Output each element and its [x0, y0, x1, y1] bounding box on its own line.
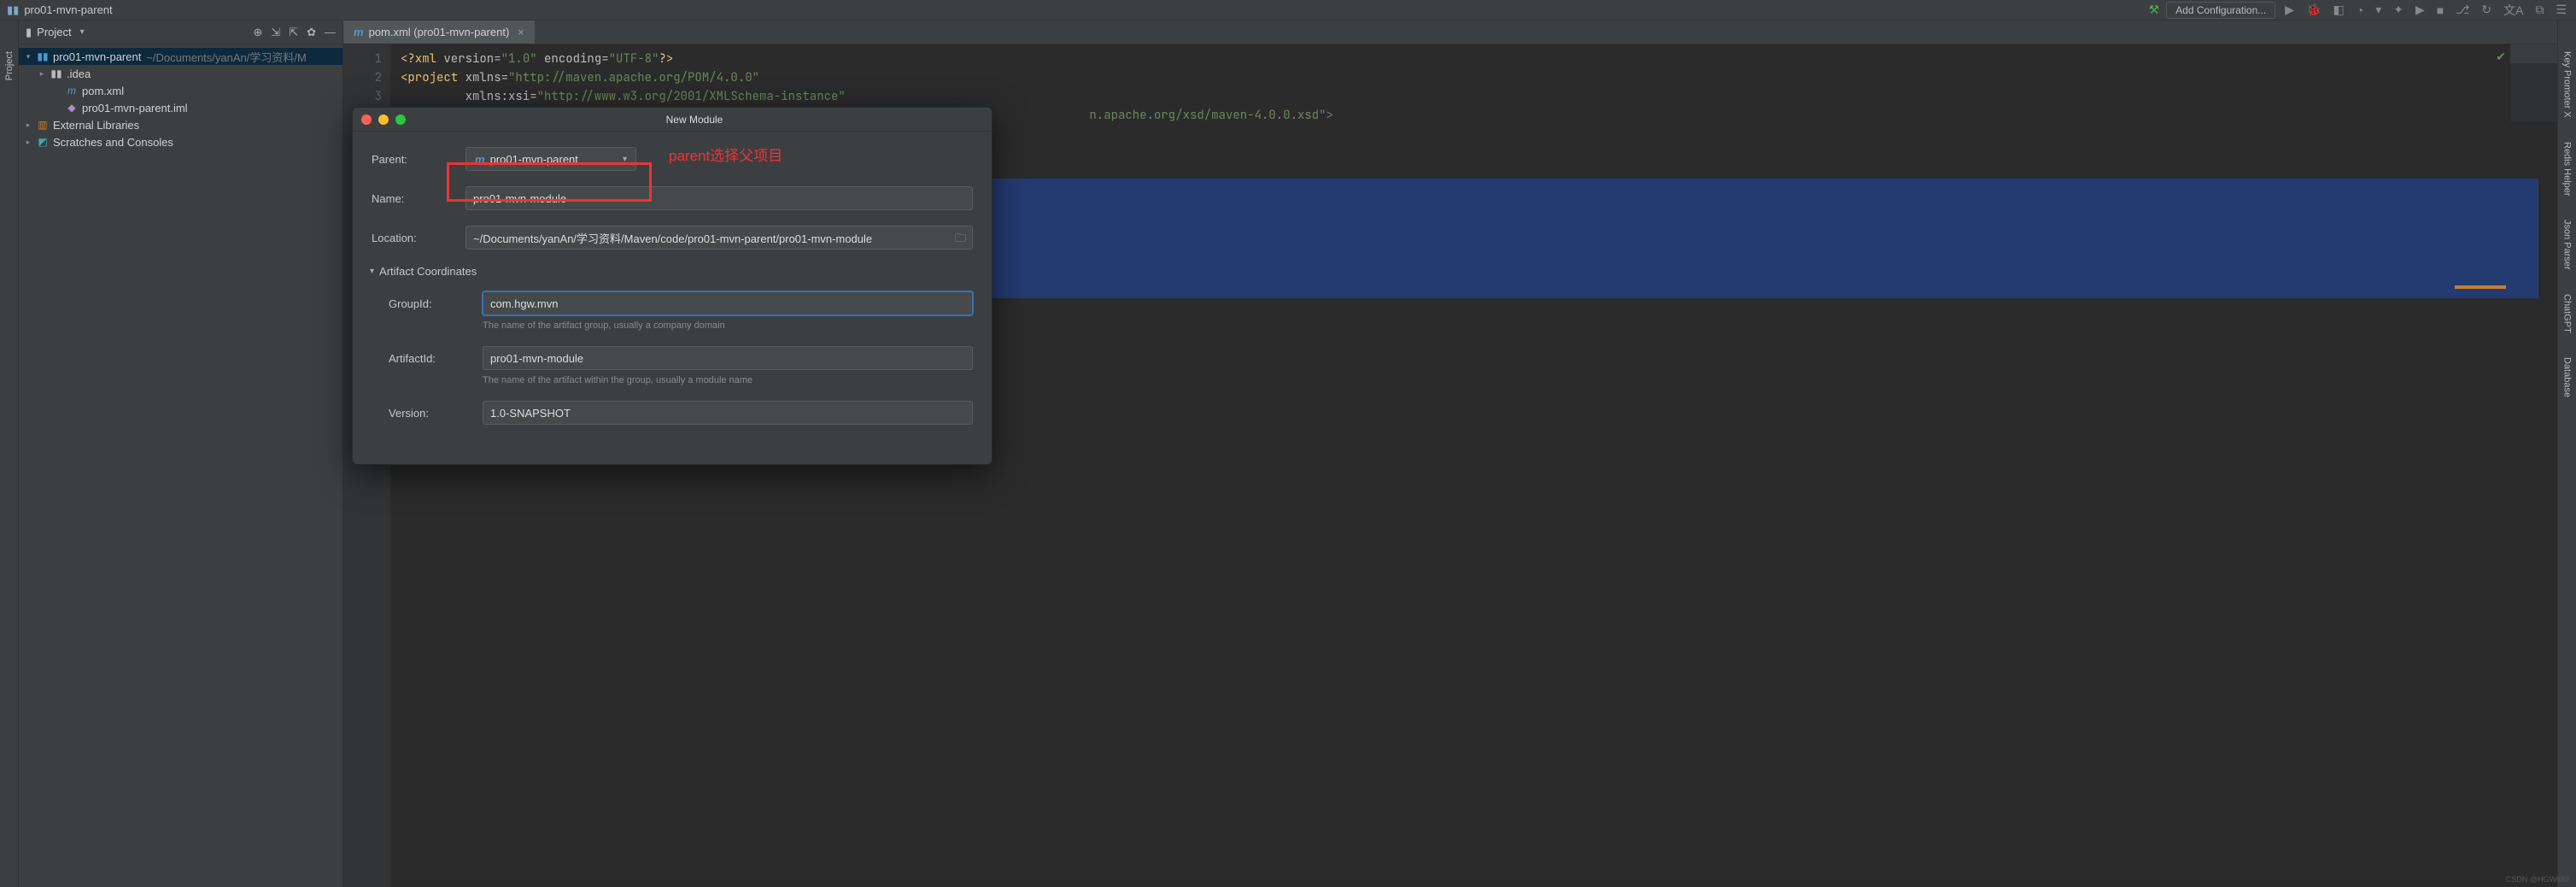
tree-item-label: pro01-mvn-parent.iml	[82, 102, 188, 115]
stop-icon[interactable]: ■	[2434, 3, 2446, 17]
left-rail: Project	[0, 21, 19, 887]
line-number: 1	[343, 50, 382, 68]
top-toolbar: ▮▮ pro01-mvn-parent ⚒ Add Configuration.…	[0, 0, 2576, 21]
line-number: 2	[343, 68, 382, 87]
groupid-input[interactable]	[483, 291, 973, 315]
close-icon[interactable]: ×	[518, 26, 524, 38]
rail-key-promoter[interactable]: Key Promoter X	[2562, 46, 2573, 123]
groupid-label: GroupId:	[372, 297, 483, 310]
tree-root-path: ~/Documents/yanAn/学习资料/M	[146, 49, 306, 65]
browse-folder-icon[interactable]: 🗀	[955, 231, 966, 250]
rail-database[interactable]: Database	[2562, 352, 2573, 402]
tree-item-label: External Libraries	[53, 119, 139, 132]
maven-module-icon: m	[475, 153, 485, 166]
project-rail-label[interactable]: Project	[4, 46, 15, 85]
module-folder-icon: ▮▮	[36, 50, 50, 62]
location-input[interactable]	[465, 226, 973, 250]
artifact-coordinates-header[interactable]: ▾ Artifact Coordinates	[370, 265, 973, 278]
expand-all-icon[interactable]: ⇲	[271, 26, 280, 39]
collapse-all-icon[interactable]: ⇱	[289, 26, 298, 39]
window-zoom-icon[interactable]	[395, 115, 406, 125]
tree-iml-file[interactable]: ◆ pro01-mvn-parent.iml	[19, 99, 342, 116]
name-input[interactable]	[465, 186, 973, 210]
project-folder-icon: ▮▮	[7, 3, 19, 17]
coverage-icon[interactable]: ◧	[2331, 3, 2347, 17]
hide-icon[interactable]: —	[325, 26, 336, 39]
watermark: CSDN @HGW689	[2506, 875, 2569, 884]
tree-external-libs[interactable]: ▸ ▥ External Libraries	[19, 116, 342, 133]
tree-pom-file[interactable]: m pom.xml	[19, 82, 342, 99]
editor-tab-label: pom.xml (pro01-mvn-parent)	[369, 26, 510, 38]
editor-tab[interactable]: m pom.xml (pro01-mvn-parent) ×	[343, 21, 535, 44]
artifactid-input[interactable]	[483, 346, 973, 370]
rail-chatgpt[interactable]: ChatGPT	[2562, 289, 2573, 338]
location-label: Location:	[372, 232, 465, 244]
tree-root-label: pro01-mvn-parent	[53, 50, 141, 63]
groupid-help: The name of the artifact group, usually …	[483, 320, 973, 331]
tree-root[interactable]: ▾ ▮▮ pro01-mvn-parent ~/Documents/yanAn/…	[19, 48, 342, 65]
tree-scratches[interactable]: ▸ ◩ Scratches and Consoles	[19, 133, 342, 150]
project-tree[interactable]: ▾ ▮▮ pro01-mvn-parent ~/Documents/yanAn/…	[19, 44, 342, 154]
version-label: Version:	[372, 407, 483, 420]
run-icon[interactable]: ▶	[2282, 3, 2297, 17]
parent-label: Parent:	[372, 153, 465, 166]
tree-item-label: pom.xml	[82, 85, 124, 97]
settings-icon[interactable]: ☰	[2553, 3, 2569, 17]
search-icon[interactable]: ⧉	[2532, 3, 2546, 17]
maven-file-icon: m	[354, 26, 364, 38]
parent-value: pro01-mvn-parent	[490, 153, 578, 166]
project-panel-title[interactable]: Project	[37, 26, 71, 38]
rail-redis-helper[interactable]: Redis Helper	[2562, 137, 2573, 202]
line-number: 3	[343, 87, 382, 106]
artifactid-label: ArtifactId:	[372, 352, 483, 365]
project-panel-header: ▮ Project ▾ ⊕ ⇲ ⇱ ✿ —	[19, 21, 342, 44]
run2-icon[interactable]: ▶	[2413, 3, 2427, 17]
breadcrumb[interactable]: pro01-mvn-parent	[24, 3, 112, 16]
debug-icon[interactable]: 🐞	[2304, 3, 2323, 17]
right-rail: Key Promoter X Redis Helper Json Parser …	[2557, 21, 2576, 887]
profile-icon[interactable]: ◔	[2354, 3, 2366, 17]
editor-selection	[736, 179, 2538, 298]
scrollbar-warning-stripe	[2455, 285, 2506, 289]
add-configuration-button[interactable]: Add Configuration...	[2166, 2, 2275, 19]
library-icon: ▥	[36, 119, 50, 131]
annotation-text: parent选择父项目	[669, 144, 782, 165]
parent-dropdown[interactable]: m pro01-mvn-parent ▾	[465, 147, 636, 171]
scratches-icon: ◩	[36, 136, 50, 148]
select-opened-icon[interactable]: ⊕	[253, 26, 262, 39]
translate-icon[interactable]: 文A	[2501, 2, 2526, 19]
tree-item-label: .idea	[67, 68, 91, 80]
chevron-down-icon: ▾	[623, 155, 627, 164]
window-close-icon[interactable]	[361, 115, 372, 125]
folder-icon: ▮▮	[50, 68, 63, 79]
git-icon[interactable]: ⎇	[2453, 3, 2472, 17]
gear-icon[interactable]: ✿	[307, 26, 316, 39]
chevron-down-icon: ▾	[370, 267, 374, 276]
artifactid-help: The name of the artifact within the grou…	[483, 375, 973, 385]
section-label: Artifact Coordinates	[379, 265, 477, 278]
update-icon[interactable]: ↻	[2479, 3, 2494, 17]
maven-file-icon: m	[65, 85, 79, 97]
version-input[interactable]	[483, 401, 973, 425]
rail-json-parser[interactable]: Json Parser	[2562, 214, 2573, 275]
tree-idea-folder[interactable]: ▸ ▮▮ .idea	[19, 65, 342, 82]
build-icon[interactable]: ⚒	[2149, 3, 2160, 17]
window-minimize-icon[interactable]	[378, 115, 389, 125]
dialog-title: New Module	[666, 114, 723, 126]
dialog-titlebar[interactable]: New Module	[353, 108, 992, 132]
new-module-dialog: New Module parent选择父项目 Parent: m pro01-m…	[352, 107, 992, 465]
name-label: Name:	[372, 192, 465, 205]
project-view-icon: ▮	[26, 26, 32, 39]
iml-file-icon: ◆	[65, 102, 79, 114]
separator-icon: ▾	[2373, 3, 2384, 17]
chevron-down-icon[interactable]: ▾	[80, 27, 85, 37]
tree-item-label: Scratches and Consoles	[53, 136, 173, 149]
project-tool-window: ▮ Project ▾ ⊕ ⇲ ⇱ ✿ — ▾ ▮▮ pro01-mvn-par…	[19, 21, 343, 887]
more-run-icon[interactable]: ✦	[2391, 3, 2406, 17]
editor-tab-bar: m pom.xml (pro01-mvn-parent) ×	[343, 21, 2557, 44]
